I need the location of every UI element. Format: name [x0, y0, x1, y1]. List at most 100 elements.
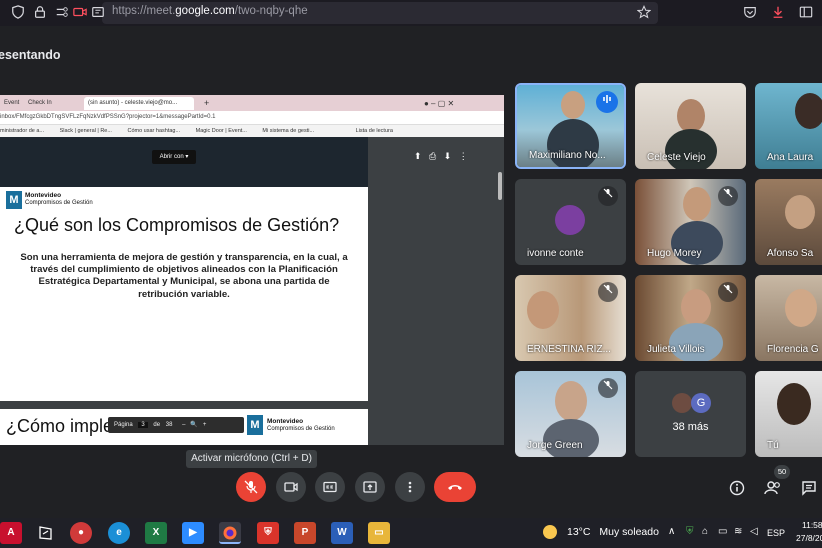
bookmark: Slack | general | Re... [59, 128, 112, 134]
sidebar-icon[interactable] [798, 5, 814, 21]
montevideo-logo: M [6, 191, 22, 209]
mic-off-icon [718, 186, 738, 206]
viewer-scrollbar [498, 172, 502, 200]
slide-org-sub: Compromisos de Gestión [25, 200, 93, 206]
viewer-toolbar-icons: ⬆ ⎙ ⬇ ⋮ [414, 151, 468, 161]
more-options-button[interactable] [395, 472, 425, 502]
shared-tab-active: (sin asunto) - celeste.viejo@mo... [84, 97, 194, 110]
tablet-app-icon[interactable] [34, 522, 56, 544]
network-icon[interactable]: ⌂ [702, 526, 708, 537]
download-icon[interactable] [770, 5, 786, 21]
shared-tab: Event [4, 100, 20, 106]
bookmark: Mi sistema de gesti... [262, 128, 315, 134]
participant-tile[interactable]: ivonne conte [515, 179, 626, 265]
zoom-app-icon[interactable]: ▶ [182, 522, 204, 544]
participant-name: Maximiliano No... [529, 150, 606, 161]
bookmark: ministrador de a... [0, 128, 45, 134]
participant-tile-self[interactable]: Tú [755, 371, 822, 457]
participant-name: Julieta Villois [647, 344, 705, 355]
powerpoint-icon[interactable]: P [294, 522, 316, 544]
slide-org-sub: Compromisos de Gestión [267, 426, 335, 432]
speaking-indicator-icon [596, 91, 618, 113]
avatar [555, 205, 585, 235]
slide-org: Montevideo [25, 192, 62, 199]
mic-off-icon [598, 378, 618, 398]
chevron-up-icon[interactable]: ∧ [668, 526, 675, 537]
new-tab-icon: + [204, 98, 210, 108]
participant-tile[interactable]: Hugo Morey [635, 179, 746, 265]
participant-tile[interactable]: G 38 más [635, 371, 746, 457]
slide-body: Son una herramienta de mejora de gestión… [20, 252, 348, 300]
shield-icon[interactable] [10, 5, 26, 21]
battery-icon[interactable]: ▭ [718, 526, 727, 537]
participant-name: Afonso Sa [767, 248, 814, 259]
paint-app-icon[interactable]: ● [70, 522, 92, 544]
camera-toggle-button[interactable] [276, 472, 306, 502]
participant-name: Ana Laura [767, 152, 814, 163]
pdf-reader-icon[interactable]: A [0, 522, 22, 544]
open-with-button: Abrir con ▾ [152, 150, 196, 164]
shared-address-text: inbox/FMfcgzGkbDTngSVFLzFqNzkVdfPSSnG?pr… [0, 114, 216, 120]
security-tray-icon[interactable]: ⛨ [686, 526, 694, 537]
star-icon[interactable] [636, 5, 652, 21]
participant-name: Hugo Morey [647, 248, 702, 259]
document-viewer: Abrir con ▾ ⬆ ⎙ ⬇ ⋮ M Montevideo Comprom… [0, 137, 504, 445]
page-navigation-bar: Página 3 de 38 – 🔍 + [108, 417, 244, 433]
shared-bookmarks-bar: ministrador de a... Slack | general | Re… [0, 125, 504, 137]
meeting-info-button[interactable] [726, 477, 748, 499]
weather-widget[interactable]: 13°C Muy soleado [543, 526, 659, 538]
language-indicator[interactable]: ESP [767, 528, 785, 538]
participant-tile[interactable]: Jorge Green [515, 371, 626, 457]
more-participants-label: 38 más [672, 421, 709, 433]
firefox-browser-icon[interactable] [219, 522, 241, 544]
volume-icon[interactable]: ◁ [750, 526, 758, 537]
participant-tile[interactable]: Maximiliano No... [515, 83, 626, 169]
mic-off-icon [718, 282, 738, 302]
file-explorer-icon[interactable]: ▭ [368, 522, 390, 544]
mic-toggle-button[interactable] [236, 472, 266, 502]
pocket-icon[interactable] [742, 5, 758, 21]
word-icon[interactable]: W [331, 522, 353, 544]
participant-tile[interactable]: Julieta Villois [635, 275, 746, 361]
lock-icon[interactable] [32, 5, 48, 21]
captions-button[interactable] [315, 472, 345, 502]
participant-tile[interactable]: Florencia G [755, 275, 822, 361]
participant-name: Tú [767, 440, 779, 451]
app: https://meet.google.com/two-nqby-qhe ese… [0, 0, 822, 548]
participant-tile[interactable]: Celeste Viejo [635, 83, 746, 169]
montevideo-logo: M [247, 415, 263, 435]
participant-tile[interactable]: ERNESTINA RIZ... [515, 275, 626, 361]
url-text[interactable]: https://meet.google.com/two-nqby-qhe [112, 5, 308, 17]
bookmark: Magic Door | Event... [195, 128, 247, 134]
participant-name: ivonne conte [527, 248, 584, 259]
chat-button[interactable] [798, 477, 820, 499]
security-app-icon[interactable]: ⛨ [257, 522, 279, 544]
shared-tab-strip: Event Check In (sin asunto) - celeste.vi… [0, 95, 504, 111]
reader-icon[interactable] [90, 5, 106, 21]
present-button[interactable] [355, 472, 385, 502]
shared-tab: Check In [28, 100, 52, 106]
avatar: G [691, 393, 711, 413]
excel-icon[interactable]: X [145, 522, 167, 544]
shared-address-bar: inbox/FMfcgzGkbDTngSVFLzFqNzkVdfPSSnG?pr… [0, 111, 504, 125]
clock-date[interactable]: 27/8/20 [796, 533, 822, 543]
avatar [672, 393, 692, 413]
participant-name: Jorge Green [527, 440, 583, 451]
people-button[interactable] [762, 477, 784, 499]
shared-screen: Event Check In (sin asunto) - celeste.vi… [0, 95, 504, 445]
presenting-label: esentando [0, 48, 61, 62]
participant-name: Florencia G [767, 344, 819, 355]
clock-time[interactable]: 11:58 [802, 520, 822, 530]
end-call-button[interactable] [434, 472, 476, 502]
window-controls-icon: ● – ▢ ✕ [424, 99, 455, 108]
participant-tile[interactable]: Ana Laura [755, 83, 822, 169]
mic-off-icon [598, 282, 618, 302]
slide-page: M Montevideo Compromisos de Gestión ¿Qué… [0, 187, 368, 401]
permissions-icon[interactable] [54, 5, 70, 21]
participant-tile[interactable]: Afonso Sa [755, 179, 822, 265]
participant-name: ERNESTINA RIZ... [527, 344, 611, 355]
participant-name: Celeste Viejo [647, 152, 706, 163]
wifi-icon[interactable]: ≋ [734, 526, 742, 537]
edge-browser-icon[interactable]: e [108, 522, 130, 544]
camera-sharing-icon[interactable] [72, 5, 88, 21]
